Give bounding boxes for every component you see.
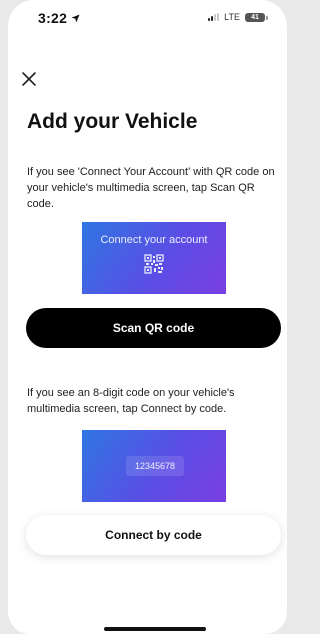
status-bar: 3:22 LTE 41 — [8, 0, 287, 38]
home-indicator — [104, 627, 206, 631]
code-instructions: If you see an 8-digit code on your vehic… — [27, 387, 235, 415]
battery-icon: 41 — [245, 12, 268, 22]
status-time: 3:22 — [38, 10, 80, 26]
qr-preview-title: Connect your account — [100, 234, 208, 246]
qr-code-icon — [144, 254, 164, 274]
code-preview-image: 12345678 — [82, 430, 226, 502]
qr-instructions: If you see 'Connect Your Account' with Q… — [27, 166, 275, 210]
qr-preview-image: Connect your account — [82, 222, 226, 294]
phone-screen: 3:22 LTE 41 Add your Vehicle If you see … — [8, 0, 287, 634]
status-indicators: LTE 41 — [208, 12, 268, 22]
code-preview-value: 12345678 — [126, 456, 184, 476]
location-arrow-icon — [71, 13, 80, 23]
battery-level: 41 — [251, 13, 259, 21]
cell-signal-icon — [208, 13, 220, 21]
connect-by-code-button[interactable]: Connect by code — [26, 515, 281, 555]
close-icon — [22, 72, 36, 86]
network-label: LTE — [224, 12, 240, 22]
page-title: Add your Vehicle — [27, 110, 198, 133]
close-button[interactable] — [20, 70, 38, 88]
scan-qr-code-button[interactable]: Scan QR code — [26, 308, 281, 348]
status-time-text: 3:22 — [38, 10, 68, 26]
